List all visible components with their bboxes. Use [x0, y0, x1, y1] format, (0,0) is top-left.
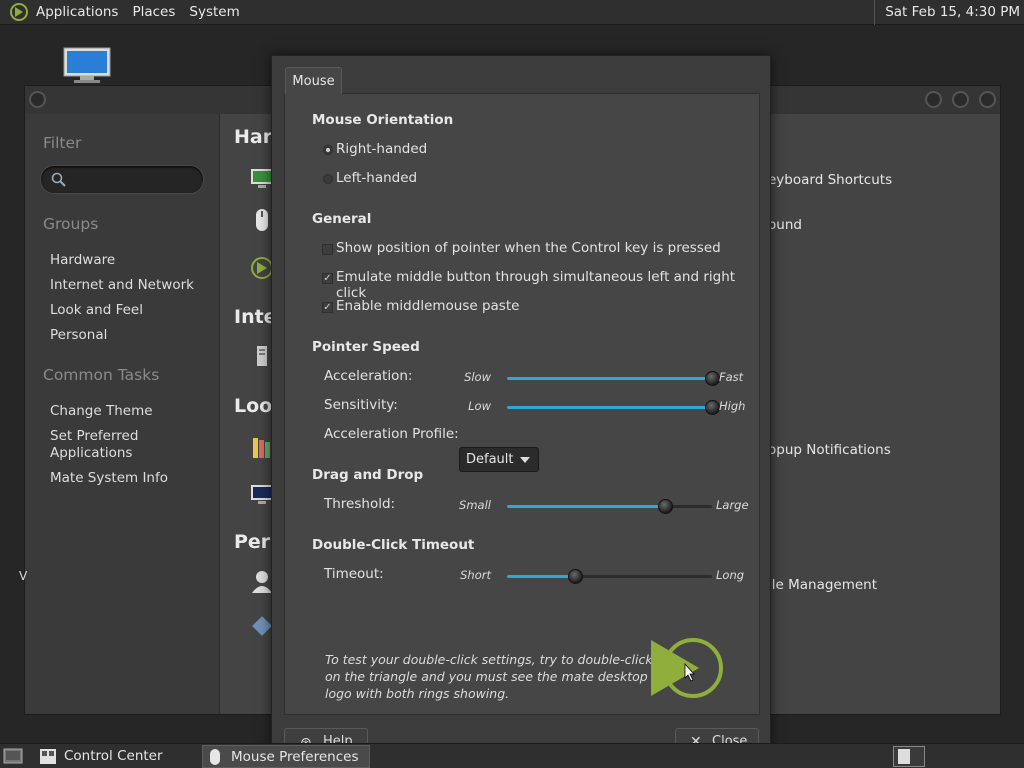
system-menu[interactable]: System — [182, 0, 246, 25]
search-icon — [51, 172, 66, 187]
filter-input[interactable] — [40, 165, 204, 194]
bottom-panel: Control Center Mouse Preferences — [0, 743, 1024, 768]
mouse-app-icon — [210, 749, 220, 765]
minimize-button[interactable] — [925, 91, 942, 108]
mouse-preferences-dialog: Mouse Mouse Orientation Right-handed Lef… — [271, 55, 771, 756]
sensitivity-min-label: Low — [468, 399, 491, 413]
timeout-slider-knob[interactable] — [567, 569, 583, 584]
sound-item[interactable]: ound — [768, 217, 802, 233]
pointer-speed-heading: Pointer Speed — [312, 339, 420, 355]
common-tasks-heading: Common Tasks — [43, 366, 160, 384]
dropdown-arrow-icon — [520, 457, 530, 463]
threshold-label: Threshold: — [324, 496, 396, 512]
drag-drop-heading: Drag and Drop — [312, 467, 424, 483]
acceleration-max-label: Fast — [719, 370, 744, 384]
orientation-heading: Mouse Orientation — [312, 112, 454, 128]
acceleration-profile-label: Acceleration Profile: — [324, 426, 459, 442]
timeout-label: Timeout: — [324, 566, 384, 582]
popup-notifications-item[interactable]: opup Notifications — [768, 442, 891, 458]
truncated-label: V — [19, 569, 28, 583]
control-center-sidebar: Filter Groups Hardware Internet and Netw… — [19, 114, 219, 714]
clock[interactable]: Sat Feb 15, 4:30 PM — [874, 0, 1020, 25]
acceleration-label: Acceleration: — [324, 368, 413, 384]
sensitivity-slider[interactable] — [507, 400, 720, 415]
locate-pointer-label[interactable]: Show position of pointer when the Contro… — [336, 240, 721, 256]
group-hardware[interactable]: Hardware — [50, 252, 210, 269]
right-handed-label[interactable]: Right-handed — [336, 141, 427, 157]
task-change-theme[interactable]: Change Theme — [50, 403, 210, 420]
places-menu[interactable]: Places — [125, 0, 182, 25]
mate-logo-icon[interactable] — [9, 2, 29, 22]
tab-mouse[interactable]: Mouse — [285, 67, 342, 94]
middle-emulation-label[interactable]: Emulate middle button through simultaneo… — [336, 269, 759, 301]
acceleration-slider-knob[interactable] — [705, 371, 720, 386]
workspace-switcher[interactable] — [893, 746, 925, 767]
acceleration-profile-combo[interactable]: Default — [459, 447, 539, 472]
taskbar-mouse-preferences-label: Mouse Preferences — [231, 749, 359, 765]
threshold-max-label: Large — [716, 498, 749, 512]
double-click-heading: Double-Click Timeout — [312, 537, 475, 553]
sensitivity-label: Sensitivity: — [324, 397, 398, 413]
middle-paste-checkbox[interactable]: ✓ — [322, 302, 333, 313]
taskbar-mouse-preferences[interactable]: Mouse Preferences — [202, 745, 370, 768]
right-handed-radio[interactable] — [323, 145, 333, 155]
keyboard-shortcuts-item[interactable]: eyboard Shortcuts — [768, 172, 892, 188]
taskbar-control-center-label: Control Center — [64, 748, 163, 764]
applications-menu[interactable]: Applications — [29, 0, 125, 25]
left-handed-label[interactable]: Left-handed — [336, 170, 417, 186]
filter-heading: Filter — [43, 134, 82, 152]
mouse-tab-panel: Mouse Orientation Right-handed Left-hand… — [284, 93, 760, 715]
close-window-button[interactable] — [979, 91, 996, 108]
task-preferred-apps[interactable]: Set Preferred Applications — [50, 428, 210, 462]
group-look-feel[interactable]: Look and Feel — [50, 302, 210, 319]
timeout-min-label: Short — [460, 568, 491, 582]
general-heading: General — [312, 211, 372, 227]
acceleration-min-label: Slow — [464, 370, 491, 384]
group-internet-network[interactable]: Internet and Network — [50, 277, 210, 294]
sensitivity-max-label: High — [719, 399, 746, 413]
window-menu-button[interactable] — [29, 91, 46, 108]
threshold-min-label: Small — [459, 498, 491, 512]
acceleration-slider[interactable] — [507, 371, 720, 386]
middle-emulation-checkbox[interactable]: ✓ — [322, 273, 333, 284]
timeout-max-label: Long — [716, 568, 745, 582]
threshold-slider[interactable] — [507, 499, 712, 514]
file-management-item[interactable]: ile Management — [768, 577, 877, 593]
double-click-test-instructions: To test your double-click settings, try … — [325, 652, 653, 701]
middle-paste-label[interactable]: Enable middlemouse paste — [336, 298, 519, 314]
top-panel: Applications Places System Sat Feb 15, 4… — [0, 0, 1024, 25]
computer-desktop-icon[interactable] — [62, 46, 112, 84]
taskbar-control-center[interactable]: Control Center — [36, 745, 200, 768]
group-personal[interactable]: Personal — [50, 327, 210, 344]
control-center-app-icon — [40, 749, 56, 764]
left-handed-radio[interactable] — [323, 174, 333, 184]
double-click-test-logo-icon[interactable] — [647, 634, 727, 702]
workspace-1[interactable] — [898, 749, 910, 764]
task-system-info[interactable]: Mate System Info — [50, 470, 210, 487]
timeout-slider[interactable] — [507, 569, 712, 584]
maximize-button[interactable] — [952, 91, 969, 108]
groups-heading: Groups — [43, 215, 99, 233]
sensitivity-slider-knob[interactable] — [705, 400, 720, 415]
threshold-slider-knob[interactable] — [657, 499, 673, 514]
locate-pointer-checkbox[interactable] — [322, 244, 333, 255]
show-desktop-icon[interactable] — [3, 748, 23, 764]
acceleration-profile-value: Default — [466, 452, 514, 467]
